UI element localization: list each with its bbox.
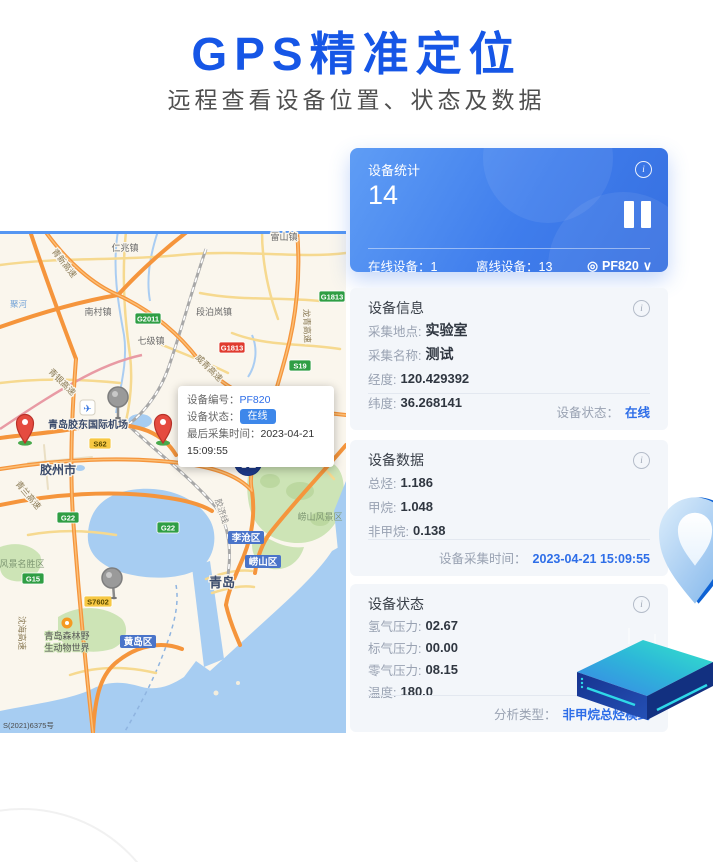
map-label-town: 段泊岚镇 <box>196 306 232 317</box>
panel-footer: 设备状态：在线 <box>368 393 650 421</box>
data-row: 总烃:1.186 <box>368 470 650 494</box>
map-device-popup: 设备编号：PF820 设备状态：在线 最后采集时间：2023-04-21 15:… <box>178 386 334 467</box>
target-icon: ◎ <box>587 258 598 272</box>
device-status-value: 在线 <box>625 406 650 420</box>
device-selector[interactable]: ◎ PF820 ∨ <box>587 258 652 272</box>
device-info-panel: 设备信息 i 采集地点:实验室 采集名称:测试 经度:120.429392 纬度… <box>350 288 668 430</box>
info-icon[interactable]: i <box>633 300 650 317</box>
map-label-city: 青岛 <box>209 575 235 590</box>
shield-g22: G22 <box>161 524 175 533</box>
shield-g1813-green: G1813 <box>321 293 344 302</box>
device-total-count: 14 <box>368 180 398 211</box>
map-label-town: 南村镇 <box>84 306 111 317</box>
collect-time-value: 2023-04-21 15:09:55 <box>533 552 650 566</box>
info-row: 经度:120.429392 <box>368 366 650 390</box>
chevron-down-icon: ∨ <box>643 258 652 272</box>
map-label-city: 胶州市 <box>40 462 76 477</box>
map-label-airport: 青岛胶东国际机场 <box>48 418 128 431</box>
info-row: 采集地点:实验室 <box>368 318 650 342</box>
online-status-badge: 在线 <box>240 409 276 424</box>
info-icon[interactable]: i <box>635 161 652 178</box>
map-label-town: 雷山镇 <box>270 231 297 242</box>
data-row: 甲烷:1.048 <box>368 494 650 518</box>
shield-g22: G22 <box>61 514 75 523</box>
popup-label: 设备编号： <box>187 394 240 406</box>
pause-button[interactable] <box>624 201 651 228</box>
panel-title: 设备信息 <box>368 298 424 318</box>
info-row: 采集名称:测试 <box>368 342 650 366</box>
popup-label: 设备状态： <box>187 411 240 423</box>
map-label-area: 崂山风景区 <box>297 512 342 522</box>
online-devices: 在线设备：1 <box>368 256 437 272</box>
panel-footer: 设备采集时间：2023-04-21 15:09:55 <box>368 539 650 567</box>
popup-row-device-id: 设备编号：PF820 <box>187 392 325 409</box>
info-icon[interactable]: i <box>633 596 650 613</box>
popup-row-last-time: 最后采集时间：2023-04-21 15:09:55 <box>187 426 325 460</box>
panel-title: 设备数据 <box>368 450 424 470</box>
shield-g1813-red: G1813 <box>221 344 244 353</box>
device-data-panel: 设备数据 i 总烃:1.186 甲烷:1.048 非甲烷:0.138 设备采集时… <box>350 440 668 576</box>
map-copyright: S(2021)6375号 <box>3 721 54 730</box>
map-label-zoo: 生动物世界 <box>44 642 89 653</box>
card-divider <box>368 248 650 249</box>
shield-s62: S62 <box>93 440 106 449</box>
popup-label: 最后采集时间： <box>187 428 261 440</box>
shield-g15: G15 <box>26 575 40 584</box>
map-canvas: 仁兆镇 南村镇 段泊岚镇 七级镇 雷山镇 青新高速 威青高速 龙青高速 青银高速… <box>0 231 346 733</box>
shield-s7602: S7602 <box>87 598 109 607</box>
map-label-district: 崂山区 <box>249 556 278 568</box>
info-icon[interactable]: i <box>633 452 650 469</box>
page-title: GPS精准定位 <box>0 18 713 84</box>
box-vent-dots <box>581 678 583 688</box>
map-label-zoo: 青岛森林野 <box>44 630 89 641</box>
map-label-town: 仁兆镇 <box>111 242 138 253</box>
location-pin-3d-illustration <box>650 480 713 617</box>
popup-row-device-status: 设备状态：在线 <box>187 409 325 426</box>
stats-card-title: 设备统计 <box>368 160 420 179</box>
page-subtitle: 远程查看设备位置、状态及数据 <box>0 81 713 115</box>
map-label-river: 聚河 <box>10 299 28 309</box>
plane-icon: ✈ <box>83 404 91 415</box>
map-label-town: 七级镇 <box>137 335 164 346</box>
analyzer-device-3d-illustration <box>571 628 713 729</box>
page: GPS精准定位 远程查看设备位置、状态及数据 <box>0 0 713 862</box>
panel-title: 设备状态 <box>368 594 424 614</box>
map-label-district: 李沧区 <box>231 532 261 544</box>
device-stats-card: 设备统计 i 14 在线设备：1 离线设备：13 ◎ PF820 ∨ <box>350 148 668 272</box>
map-label-road: 龙青高速 <box>301 309 312 344</box>
shield-s19: S19 <box>293 362 306 371</box>
offline-devices: 离线设备：13 <box>476 256 552 272</box>
map-label-district: 黄岛区 <box>124 636 153 648</box>
shield-g2011: G2011 <box>137 315 159 324</box>
map[interactable]: 仁兆镇 南村镇 段泊岚镇 七级镇 雷山镇 青新高速 威青高速 龙青高速 青银高速… <box>0 231 346 733</box>
map-label-area: 风景名胜区 <box>0 558 45 569</box>
popup-device-id: PF820 <box>240 394 271 406</box>
device-selector-value: PF820 <box>602 259 639 273</box>
map-label-road: 沈海高速 <box>17 616 27 651</box>
corner-arc-decoration <box>0 808 174 862</box>
